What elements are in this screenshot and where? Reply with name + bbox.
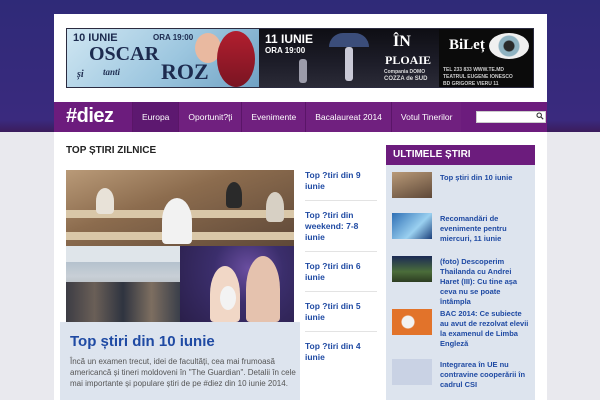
theatre-banner-ad[interactable]: 10 IUNIE ORA 19:00 OSCAR și tanti ROZ 11… [66,28,534,88]
sidebar-news-title: Top știri din 10 iunie [440,173,513,182]
top-news-list: Top ?tiri din 9 iunie Top ?tiri din week… [305,170,377,380]
sidebar-news-title: (foto) Descoperim Thailanda cu Andrei Ha… [440,257,518,306]
crowd-photo[interactable] [66,246,180,322]
banner-oscar-panel: 10 IUNIE ORA 19:00 OSCAR și tanti ROZ [67,29,259,87]
sidebar-news-item[interactable]: Top știri din 10 iunie [392,172,534,200]
logo-hash: # [66,105,77,127]
sky-area [66,246,180,262]
sidebar-news-title: BAC 2014: Ce subiecte au avut de rezolva… [440,309,529,348]
exam-photo[interactable] [66,170,294,246]
list-item[interactable]: Top ?tiri din weekend: 7-8 iunie [305,210,377,252]
news-thumbnail [392,359,432,385]
nav-item-evenimente[interactable]: Evenimente [241,102,306,132]
pageant-figure-2 [246,256,280,322]
banner-theatre: TEATRUL EUGENE IONESCO [443,74,513,80]
news-thumbnail [392,309,432,335]
eye-icon [489,33,529,59]
banner-company-2: COZZA de SUD [384,76,428,82]
list-item[interactable]: Top ?tiri din 6 iunie [305,261,377,292]
banner-title-oscar: OSCAR [89,43,160,65]
banner-address: BD GRIGORE VIERU 11 [443,81,499,87]
sidebar-news-item[interactable]: Recomandări de evenimente pentru miercur… [392,213,534,243]
banner-left-time: ORA 19:00 [153,33,194,42]
site-logo[interactable]: #diez [66,105,114,128]
sidebar-news-title: Recomandări de evenimente pentru miercur… [440,214,507,243]
banner-center-time: ORA 19:00 [265,46,306,55]
banner-phone: TEL 233 833 WWW.TE.MD [443,67,505,73]
student-figure [162,198,192,244]
sidebar-news-item[interactable]: Integrarea în UE nu contravine cooperări… [392,359,534,389]
news-thumbnail [392,256,432,282]
sidebar-news-item[interactable]: (foto) Descoperim Thailanda cu Andrei Ha… [392,256,534,306]
list-item[interactable]: Top ?tiri din 5 iunie [305,301,377,332]
student-figure-3 [226,182,242,208]
banner-brand: BiLeț [449,37,485,53]
sidebar-news-title: Integrarea în UE nu contravine cooperări… [440,360,526,389]
banner-bilet-panel: BiLeț TEL 233 833 WWW.TE.MD TEATRUL EUGE… [439,29,533,87]
banner-title-in: ÎN [393,33,411,50]
pageant-photo[interactable] [180,246,294,322]
dancer-figure-2 [299,59,307,83]
banner-actress-photo [217,31,255,87]
sidebar-news-item[interactable]: BAC 2014: Ce subiecte au avut de rezolva… [392,309,534,348]
nav-menu: Europa Oportunit?ți Evenimente Bacalaure… [132,102,462,132]
sidebar-title: ULTIMELE ȘTIRI [393,149,471,160]
banner-company: Compania DOMO [384,69,426,75]
banner-title-si: și [77,69,84,80]
banner-ploaie-panel: 11 IUNIE ORA 19:00 ÎN PLOAIE Compania DO… [259,29,439,87]
main-story-excerpt: Încă un examen trecut, idei de facultăți… [70,357,296,388]
banner-title-roz: ROZ [161,59,209,84]
student-figure-2 [96,188,114,214]
flowers-bouquet [220,286,236,310]
umbrella-icon [329,33,369,47]
logo-text: diez [76,105,114,127]
main-story-headline[interactable]: Top știri din 10 iunie [70,333,215,350]
news-thumbnail [392,213,432,239]
nav-item-bacalaureat[interactable]: Bacalaureat 2014 [305,102,391,132]
dancer-figure [345,47,353,81]
banner-center-date: 11 IUNIE [265,32,314,46]
student-figure-4 [266,192,284,222]
search-icon[interactable] [536,112,544,120]
list-item[interactable]: Top ?tiri din 9 iunie [305,170,377,201]
nav-item-europa[interactable]: Europa [132,102,179,132]
crowd-figures [66,282,180,322]
nav-item-votul-tinerilor[interactable]: Votul Tinerilor [390,102,462,132]
banner-title-tanti: tanti [103,67,121,77]
list-item[interactable]: Top ?tiri din 4 iunie [305,341,377,371]
section-title: TOP ȘTIRI ZILNICE [66,145,157,156]
news-thumbnail [392,172,432,198]
nav-item-oportunitati[interactable]: Oportunit?ți [178,102,242,132]
banner-title-ploaie: PLOAIE [385,53,432,67]
